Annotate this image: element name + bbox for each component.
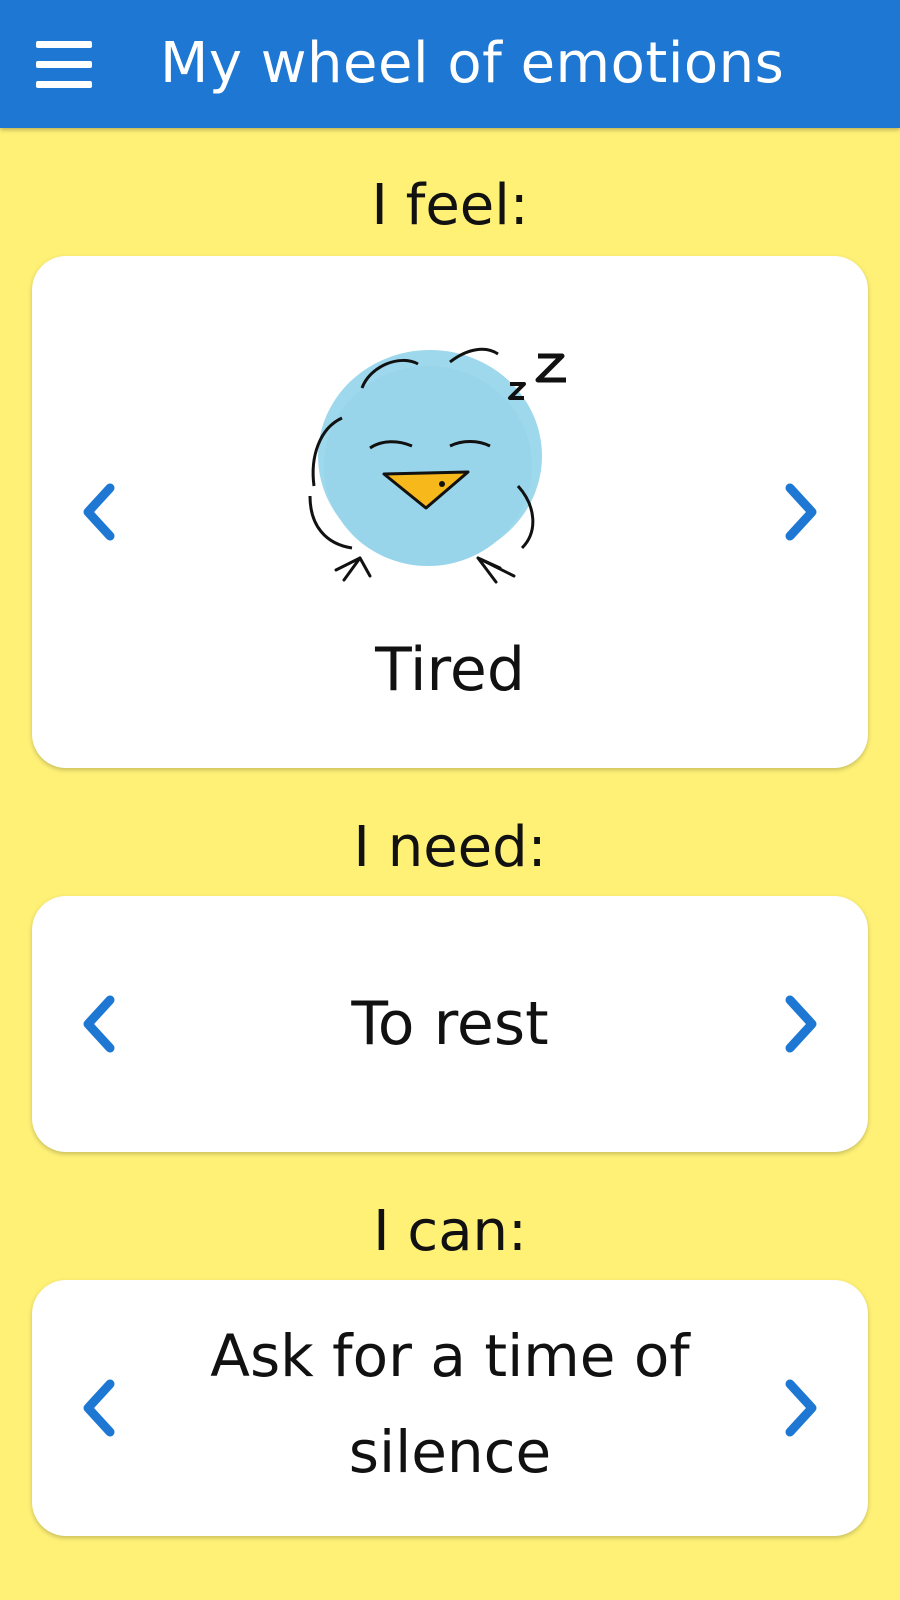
- need-value: To rest: [351, 989, 549, 1059]
- emotion-label: Tired: [375, 635, 525, 705]
- can-previous-button[interactable]: [68, 1363, 128, 1453]
- can-value: Ask for a time of silence: [210, 1322, 690, 1486]
- need-card: To rest: [32, 896, 868, 1152]
- hamburger-menu-icon[interactable]: [26, 24, 102, 104]
- chevron-right-icon: [785, 995, 817, 1053]
- chevron-left-icon: [83, 483, 115, 541]
- sleeping-bird-icon: [308, 347, 566, 584]
- menu-line: [36, 60, 92, 68]
- chevron-left-icon: [83, 1379, 115, 1437]
- feel-previous-button[interactable]: [68, 467, 128, 557]
- feel-section-label: I feel:: [371, 173, 529, 238]
- feel-next-button[interactable]: [772, 467, 832, 557]
- need-next-button[interactable]: [772, 979, 832, 1069]
- chevron-right-icon: [785, 1379, 817, 1437]
- menu-line: [36, 40, 92, 48]
- app-bar: My wheel of emotions: [0, 0, 900, 128]
- need-section-label: I need:: [353, 815, 547, 880]
- menu-line: [36, 80, 92, 88]
- app-title: My wheel of emotions: [160, 31, 785, 96]
- can-card: Ask for a time of silence: [32, 1280, 868, 1536]
- feel-card: Tired: [32, 256, 868, 768]
- chevron-right-icon: [785, 483, 817, 541]
- chevron-left-icon: [83, 995, 115, 1053]
- need-previous-button[interactable]: [68, 979, 128, 1069]
- can-section-label: I can:: [373, 1199, 527, 1264]
- can-next-button[interactable]: [772, 1363, 832, 1453]
